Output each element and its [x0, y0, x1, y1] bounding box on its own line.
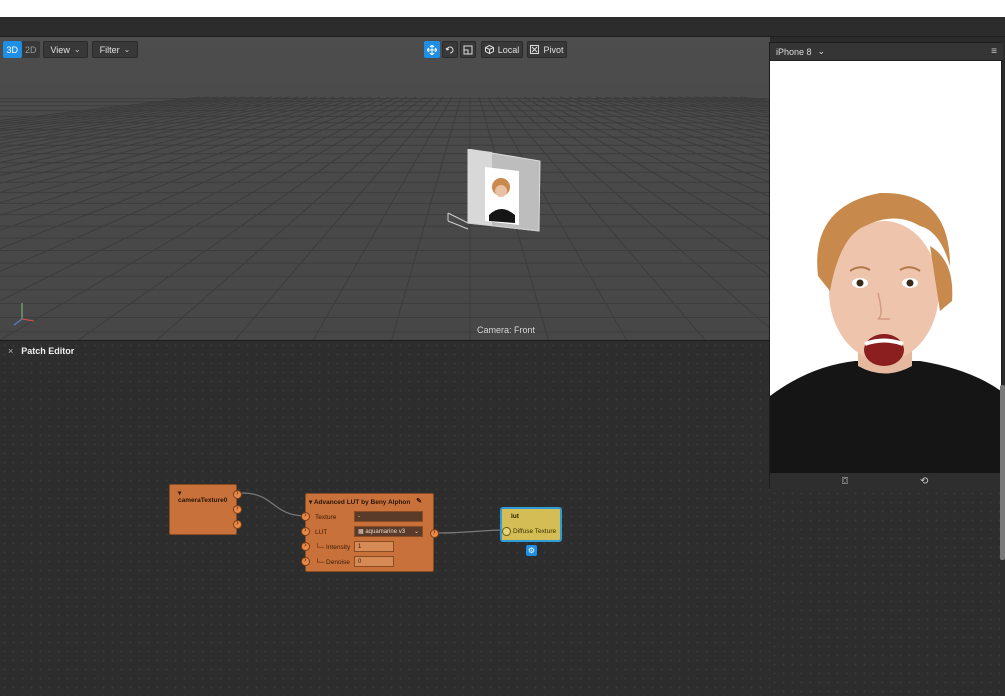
lut-material-title: lut — [511, 513, 519, 520]
scale-tool-button[interactable] — [460, 41, 476, 58]
close-icon[interactable]: × — [8, 346, 13, 356]
intensity-port-label: └─ Intensity — [315, 544, 351, 551]
dimension-toggle[interactable]: 3D 2D — [3, 41, 40, 58]
intensity-input[interactable]: 1 — [354, 541, 394, 552]
filter-dropdown[interactable]: Filter ⌄ — [92, 41, 138, 58]
viewport-toolbar: 3D 2D View ⌄ Filter ⌄ Local Pivot — [0, 41, 770, 59]
filter-label: Filter — [99, 44, 120, 55]
pivot-label: Pivot — [543, 44, 564, 55]
camera-capture-icon[interactable]: ⌼ — [842, 476, 848, 487]
lut-material-node[interactable]: lut Diffuse Texture — [500, 507, 562, 542]
lut-select-value: aquamarine v3 — [365, 529, 406, 535]
denoise-input-port[interactable] — [301, 555, 310, 566]
texture-port-label: Texture — [315, 514, 337, 521]
camera-label: Camera: Front — [477, 325, 536, 335]
lut-input-port[interactable] — [301, 525, 310, 536]
axis-gizmo-icon — [13, 303, 35, 326]
texture-value-field[interactable]: - — [354, 511, 423, 522]
patch-editor-title: Patch Editor — [21, 346, 75, 356]
menu-bar — [0, 17, 1005, 37]
local-label: Local — [497, 44, 520, 55]
chevron-down-icon: ⌄ — [123, 45, 131, 54]
camera-texture-output-alpha[interactable] — [233, 518, 242, 529]
patch-editor-header: × Patch Editor — [0, 341, 770, 361]
advanced-lut-output-port[interactable] — [430, 527, 439, 538]
diffuse-texture-input-port[interactable] — [502, 527, 511, 536]
gear-icon[interactable]: ⚙ — [526, 545, 537, 556]
viewport-grid — [0, 37, 770, 341]
lut-select[interactable]: ▦ aquamarine v3 ⌄ — [354, 526, 423, 537]
mode-2d-button[interactable]: 2D — [22, 41, 41, 58]
cube-icon — [484, 45, 494, 54]
chevron-down-icon: ⌄ — [413, 529, 419, 535]
title-bar — [0, 0, 1005, 17]
lut-grid-icon: ▦ — [358, 529, 364, 535]
right-scrollbar[interactable] — [1000, 385, 1005, 560]
face-plane-object[interactable] — [445, 149, 555, 279]
advanced-lut-title: ▾ Advanced LUT by Beny Alphon ✎ — [309, 498, 422, 506]
move-tool-button[interactable] — [424, 41, 440, 58]
camera-texture-output-rgb[interactable] — [233, 503, 242, 514]
mode-3d-button[interactable]: 3D — [3, 41, 22, 58]
edit-pencil-icon: ✎ — [416, 498, 422, 505]
patch-editor-canvas-extension[interactable] — [770, 489, 1005, 696]
lut-port-label: LUT — [315, 529, 328, 536]
view-label: View — [50, 44, 70, 55]
view-dropdown[interactable]: View ⌄ — [43, 41, 88, 58]
rotate-device-icon[interactable]: ⟲ — [920, 476, 928, 487]
move-icon — [427, 44, 437, 55]
spark-ar-studio-window: Camera: Front 3D 2D View ⌄ Filter ⌄ Loca… — [0, 0, 1005, 696]
advanced-lut-node[interactable]: ▾ Advanced LUT by Beny Alphon✎ Texture -… — [301, 493, 439, 572]
pivot-button[interactable]: Pivot — [527, 41, 567, 58]
diffuse-texture-label: Diffuse Texture — [513, 528, 557, 535]
texture-input-port[interactable] — [301, 510, 310, 521]
device-simulator: iPhone 8 ⌄ ≡ ⌼ ⟲ — [769, 42, 1003, 490]
menu-icon[interactable]: ≡ — [991, 46, 997, 57]
face-preview-image — [770, 61, 1001, 473]
simulator-preview — [770, 61, 1001, 473]
device-select[interactable]: iPhone 8 — [776, 47, 812, 57]
local-space-button[interactable]: Local — [481, 41, 523, 58]
scale-icon — [463, 45, 473, 54]
pivot-icon — [530, 45, 540, 54]
camera-texture-output-rgba[interactable] — [233, 488, 242, 499]
scene-viewport[interactable]: Camera: Front 3D 2D View ⌄ Filter ⌄ Loca… — [0, 37, 770, 341]
denoise-input[interactable]: 0 — [354, 556, 394, 567]
simulator-header: iPhone 8 ⌄ ≡ — [770, 43, 1003, 61]
camera-texture-title: ▾ cameraTexture0 — [178, 490, 228, 504]
rotate-icon — [445, 46, 454, 53]
rotate-tool-button[interactable] — [442, 41, 458, 58]
camera-texture-node[interactable]: ▾ cameraTexture0 — [169, 484, 242, 535]
denoise-port-label: └─ Denoise — [315, 559, 350, 566]
simulator-footer: ⌼ ⟲ — [770, 473, 1001, 490]
chevron-down-icon: ⌄ — [73, 45, 81, 54]
chevron-down-icon[interactable]: ⌄ — [818, 46, 826, 57]
intensity-input-port[interactable] — [301, 540, 310, 551]
